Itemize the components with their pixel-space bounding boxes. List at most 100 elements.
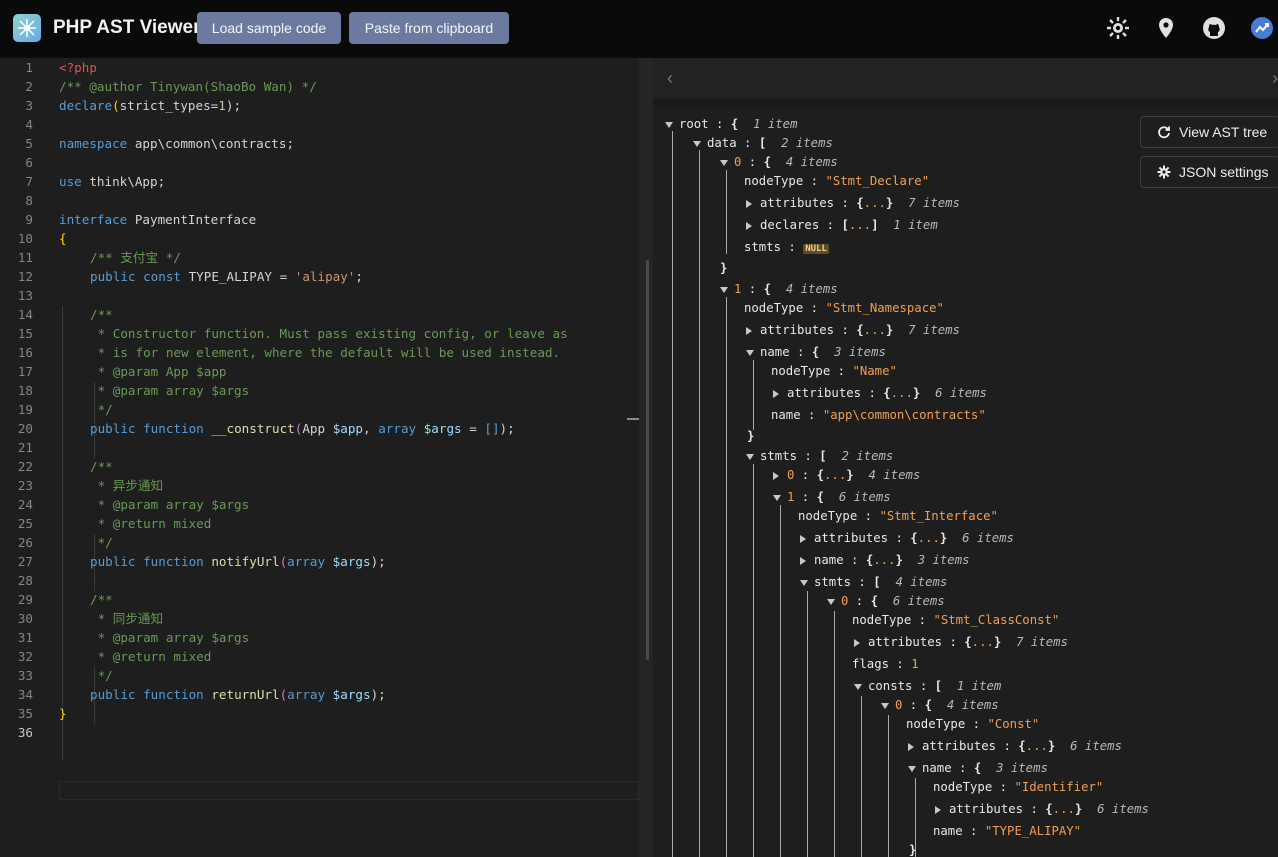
code-token: ; (355, 269, 363, 284)
tree-value: "app\common\contracts" (822, 408, 986, 422)
tree-node-expanded[interactable]: 1 : { 6 items (773, 487, 891, 507)
code-token: notifyUrl (203, 554, 280, 569)
tree-index: 0 (841, 594, 849, 608)
tree-ellipsis: ... (890, 386, 913, 400)
tree-meta: 7 items (1016, 635, 1068, 649)
tree-value: "Const" (987, 717, 1040, 731)
code-editor[interactable]: 1 <?php 2 /** @author Tinywan(ShaoBo Wan) … (0, 58, 640, 857)
line-number: 28 (17, 573, 33, 588)
code-line: 36 (0, 723, 640, 742)
tree-value: 1 (911, 657, 919, 671)
code-line: 34 public function returnUrl(array $args)… (0, 685, 640, 704)
view-ast-tree-button[interactable]: View AST tree (1140, 116, 1278, 148)
tree-node-data[interactable]: data : [ 2 items (693, 133, 833, 153)
tree-node-collapsed[interactable]: attributes : {...} 6 items (908, 736, 1122, 756)
line-number: 12 (17, 269, 33, 284)
line-number: 22 (17, 459, 33, 474)
code-line: 17 * @param App $app (0, 362, 640, 381)
tree-node-property: flags : 1 (852, 657, 919, 671)
tree-guide-line (726, 297, 727, 857)
tree-meta: 6 items (1070, 739, 1122, 753)
code-token: function (135, 554, 204, 569)
github-icon[interactable] (1202, 16, 1226, 40)
tree-node-index[interactable]: 0 : { 4 items (720, 152, 838, 172)
tree-key: attributes (814, 531, 889, 545)
paste-clipboard-button[interactable]: Paste from clipboard (349, 12, 509, 44)
code-token: <?php (59, 60, 97, 75)
tree-node-expanded[interactable]: name : { 3 items (908, 758, 1048, 778)
tree-node-expanded[interactable]: stmts : [ 2 items (746, 446, 893, 466)
tree-meta: 3 items (834, 345, 886, 359)
tree-node-collapsed[interactable]: 0 : {...} 4 items (773, 465, 920, 485)
line-number: 21 (17, 440, 33, 455)
code-token: ); (225, 98, 242, 113)
load-sample-button[interactable]: Load sample code (197, 12, 341, 44)
json-settings-button[interactable]: JSON settings (1140, 156, 1278, 188)
tree-ellipsis: ... (863, 196, 886, 210)
tree-key: nodeType (852, 613, 912, 627)
code-token: * @param array $args (90, 383, 250, 398)
line-number: 11 (17, 250, 33, 265)
tree-key: nodeType (933, 780, 993, 794)
code-line: 6 (0, 153, 640, 172)
tree-guide-line (672, 131, 673, 857)
tree-node-expanded[interactable]: stmts : [ 4 items (800, 572, 947, 592)
tree-key: name (814, 553, 844, 567)
chevron-left-icon[interactable]: ‹ (667, 68, 673, 89)
tree-node-property: nodeType : "Stmt_Namespace" (744, 301, 944, 315)
code-token: function (135, 421, 204, 436)
code-line: 5 namespace app\common\contracts; (0, 134, 640, 153)
line-number: 4 (25, 117, 33, 132)
tree-key: nodeType (744, 301, 804, 315)
tree-key: name (933, 824, 963, 838)
line-number: 27 (17, 554, 33, 569)
tree-node-collapsed[interactable]: attributes : {...} 7 items (746, 193, 960, 213)
editor-scrollbar[interactable] (646, 260, 649, 660)
tree-node-collapsed[interactable]: name : {...} 3 items (800, 550, 970, 570)
tree-node-collapsed[interactable]: attributes : {...} 7 items (746, 320, 960, 340)
theme-toggle-icon[interactable] (1106, 16, 1130, 40)
tree-node-index[interactable]: 1 : { 4 items (720, 279, 838, 299)
code-token: declare (59, 98, 113, 113)
tree-key: nodeType (906, 717, 966, 731)
tree-key: name (760, 345, 790, 359)
tree-node-collapsed[interactable]: attributes : {...} 6 items (773, 383, 987, 403)
tree-value: "Stmt_ClassConst" (933, 613, 1060, 627)
code-line: 29 /** (0, 590, 640, 609)
code-line: 21 (0, 438, 640, 457)
chevron-right-icon[interactable]: › (1272, 68, 1278, 89)
tree-node-root[interactable]: root : { 1 item (665, 114, 797, 134)
code-line: 35} (0, 704, 640, 723)
tree-node-collapsed[interactable]: attributes : {...} 6 items (935, 799, 1149, 819)
trend-icon[interactable] (1250, 16, 1274, 40)
line-number: 16 (17, 345, 33, 360)
location-pin-icon[interactable] (1154, 16, 1178, 40)
tree-node-collapsed[interactable]: declares : [...] 1 item (746, 215, 938, 235)
tree-meta: 1 item (956, 679, 1002, 693)
code-token: ); (370, 687, 386, 702)
line-number: 15 (17, 326, 33, 341)
tree-value: "Stmt_Interface" (879, 509, 998, 523)
tree-node-expanded[interactable]: name : { 3 items (746, 342, 886, 362)
tree-index: 1 (734, 282, 742, 296)
tree-guide-line (780, 505, 781, 857)
code-line: 12 public const TYPE_ALIPAY = 'alipay'; (0, 267, 640, 286)
code-line: 14 /** (0, 305, 640, 324)
tree-node-expanded[interactable]: 0 : { 4 items (881, 695, 999, 715)
tree-node-expanded[interactable]: consts : [ 1 item (854, 676, 1001, 696)
code-token: array (378, 421, 417, 436)
tree-node-expanded[interactable]: 0 : { 6 items (827, 591, 945, 611)
code-line: 11 /** 支付宝 */ (0, 248, 640, 267)
tree-node-collapsed[interactable]: attributes : {...} 7 items (854, 632, 1068, 652)
tree-meta: 4 items (868, 468, 921, 482)
code-token: ( (112, 98, 120, 113)
code-token: App (302, 421, 333, 436)
code-line: 4 (0, 115, 640, 134)
tree-node-collapsed[interactable]: attributes : {...} 6 items (800, 528, 1014, 548)
code-token: __construct (203, 421, 295, 436)
code-token: } (59, 706, 67, 721)
tree-index: 1 (787, 490, 795, 504)
ast-tree[interactable]: root : { 1 item data : [ 2 items 0 : { 4… (653, 106, 1278, 857)
line-number: 1 (25, 60, 33, 75)
code-line: 24 * @param array $args (0, 495, 640, 514)
